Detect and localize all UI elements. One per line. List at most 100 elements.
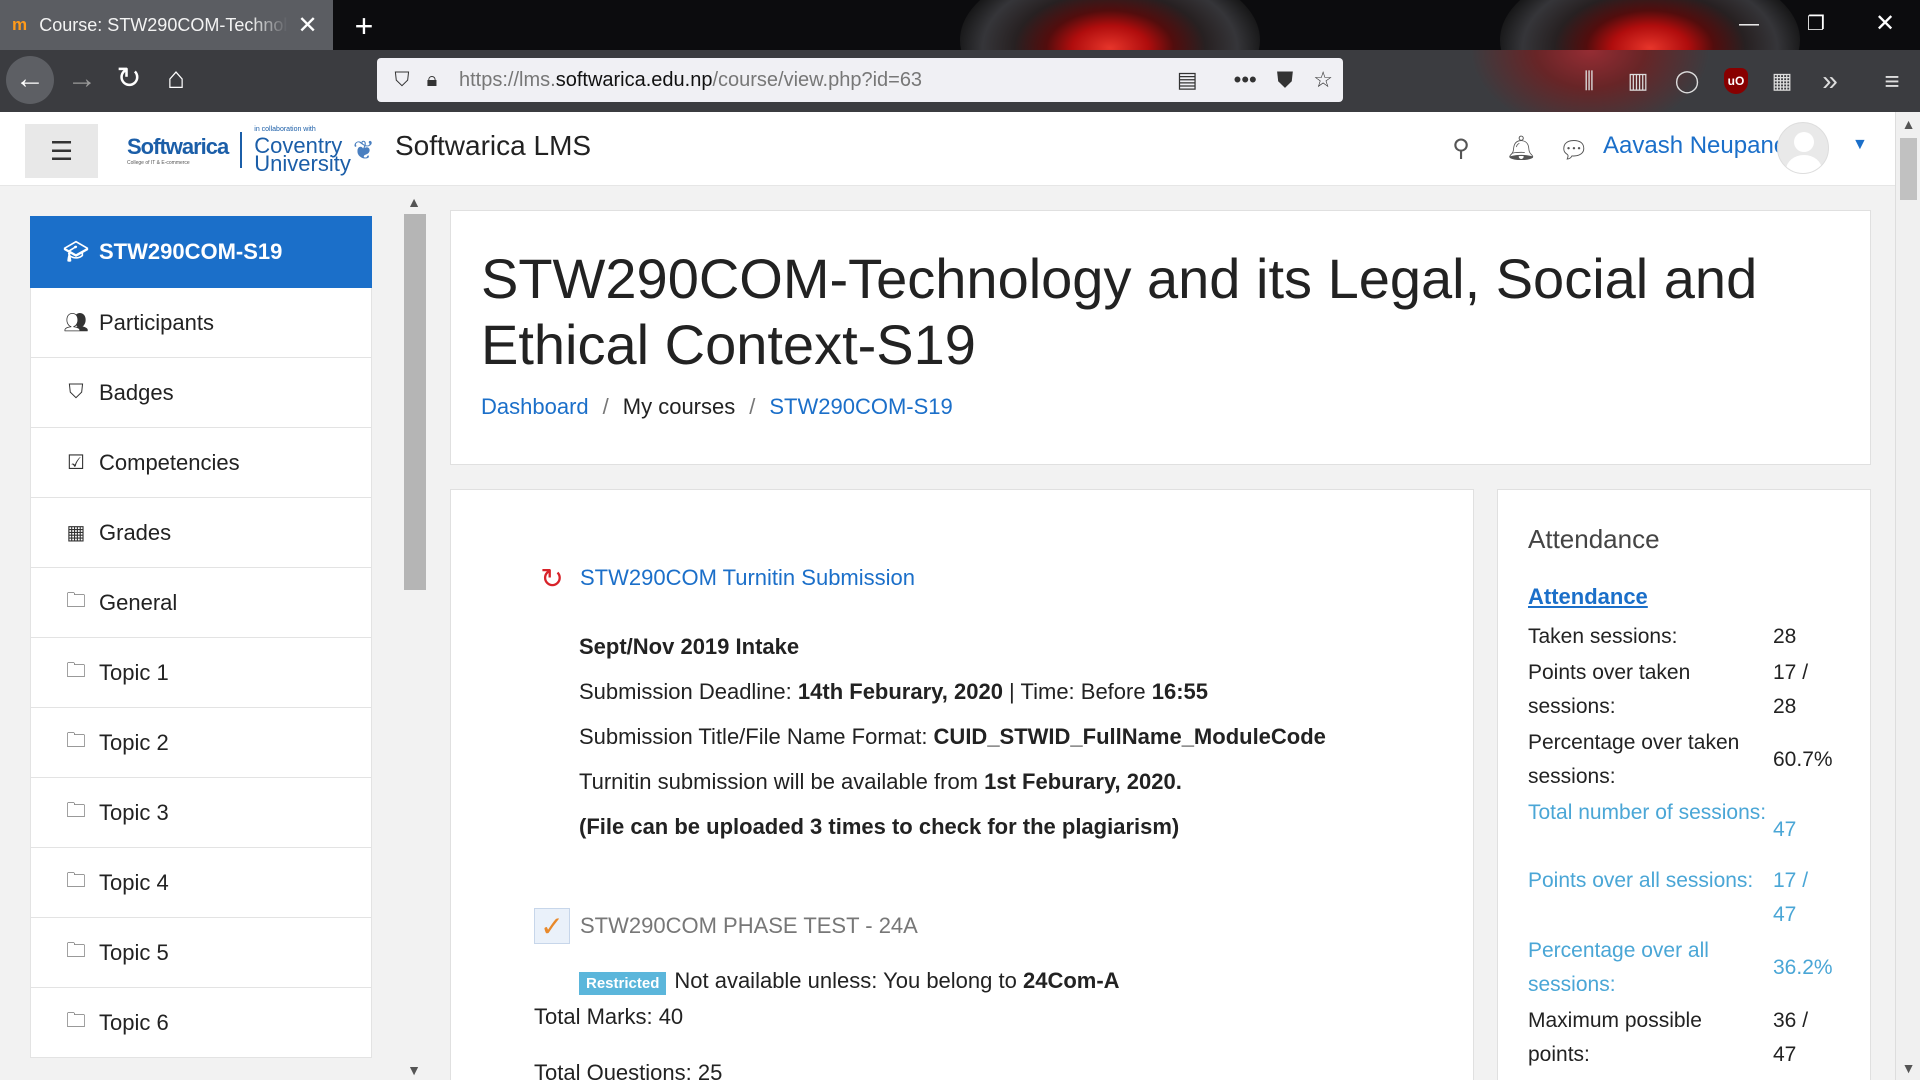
users-icon: 👥︎ bbox=[63, 312, 89, 334]
lock-icon[interactable]: 🔒︎ bbox=[417, 69, 447, 92]
url-text[interactable]: https://lms.softwarica.edu.np/course/vie… bbox=[459, 69, 1177, 92]
attendance-row-value: 17 / 47 bbox=[1773, 869, 1809, 926]
sidebar-item-badges[interactable]: ⛉ Badges bbox=[30, 358, 372, 428]
sidebar-item-topic-2[interactable]: 🗀 Topic 2 bbox=[30, 708, 372, 778]
app-menu-icon[interactable]: ≡ bbox=[1875, 64, 1909, 98]
sidebar-item-competencies[interactable]: ☑ Competencies bbox=[30, 428, 372, 498]
tracking-shield-icon[interactable]: ⛉ bbox=[387, 69, 417, 92]
overflow-chevron-icon[interactable]: » bbox=[1813, 64, 1847, 98]
sidebar-item-label: Grades bbox=[99, 519, 172, 545]
scroll-down-arrow-icon[interactable]: ▼ bbox=[1896, 1060, 1920, 1076]
ublock-origin-icon[interactable]: uO bbox=[1724, 68, 1748, 94]
minimize-button[interactable]: — bbox=[1716, 0, 1782, 50]
breadcrumb-dashboard[interactable]: Dashboard bbox=[481, 394, 589, 420]
sidebar-item-topic-3[interactable]: 🗀 Topic 3 bbox=[30, 778, 372, 848]
sidebar-item-stw290com-s19[interactable]: 🎓︎ STW290COM-S19 bbox=[30, 216, 372, 288]
site-name[interactable]: Softwarica LMS bbox=[395, 130, 591, 162]
restore-button[interactable]: ❐ bbox=[1783, 0, 1849, 50]
drawer-scrollbar[interactable]: ▲ ▼ bbox=[402, 192, 426, 1080]
turnitin-activity[interactable]: ↻ STW290COM Turnitin Submission bbox=[534, 560, 915, 596]
folder-icon: 🗀 bbox=[66, 729, 86, 752]
deadline-label: Submission Deadline: bbox=[579, 679, 798, 704]
breadcrumb-course[interactable]: STW290COM-S19 bbox=[769, 394, 952, 420]
scroll-up-arrow-icon[interactable]: ▲ bbox=[402, 194, 426, 210]
bookmark-star-icon[interactable]: ☆ bbox=[1313, 67, 1333, 93]
time-value: 16:55 bbox=[1151, 679, 1208, 704]
total-questions: Total Questions: 25 bbox=[534, 1060, 723, 1080]
site-logo[interactable]: Softwarica College of IT & E-commerce in… bbox=[127, 125, 375, 176]
sidebar-item-topic-5[interactable]: 🗀 Topic 5 bbox=[30, 918, 372, 988]
address-bar[interactable]: ⛉ 🔒︎ https://lms.softwarica.edu.np/cours… bbox=[377, 58, 1343, 102]
library-icon[interactable]: ⫼ bbox=[1572, 64, 1606, 98]
deadline-value: 14th Feburary, 2020 bbox=[797, 679, 1003, 704]
sidebar-item-label: Topic 4 bbox=[99, 869, 169, 895]
coventry-wings-icon: ❦ bbox=[352, 134, 375, 165]
sidebar-icon[interactable]: ▥ bbox=[1621, 64, 1655, 98]
logo-divider bbox=[240, 132, 243, 168]
tab-close-icon[interactable]: ✕ bbox=[294, 11, 321, 40]
scroll-down-arrow-icon[interactable]: ▼ bbox=[402, 1062, 426, 1078]
attendance-row: Percentage over taken sessions: 60.7% bbox=[1528, 726, 1833, 794]
shield-icon: ⛉ bbox=[68, 381, 84, 403]
pocket-icon[interactable]: ⛊ bbox=[1277, 67, 1294, 93]
turnitin-icon: ↻ bbox=[540, 562, 564, 594]
nav-drawer: 🎓︎ STW290COM-S19 👥︎ Participants ⛉ Badges ☑ Com… bbox=[30, 216, 372, 1080]
page-title: STW290COM-Technology and its Legal, Soci… bbox=[481, 247, 1758, 376]
check-square-icon: ☑ bbox=[67, 452, 85, 474]
sidebar-item-label: STW290COM-S19 bbox=[99, 238, 283, 264]
close-window-button[interactable]: ✕ bbox=[1852, 0, 1918, 50]
hamburger-icon: ☰ bbox=[49, 135, 74, 166]
turnitin-activity-link[interactable]: STW290COM Turnitin Submission bbox=[580, 565, 915, 591]
forward-button[interactable]: → bbox=[58, 56, 106, 104]
availability-text: Turnitin submission will be available fr… bbox=[579, 769, 1182, 795]
scroll-up-arrow-icon[interactable]: ▲ bbox=[1896, 116, 1920, 132]
reader-view-icon[interactable]: ▤ bbox=[1177, 67, 1198, 93]
sidebar-item-topic-1[interactable]: 🗀 Topic 1 bbox=[30, 638, 372, 708]
browser-navbar: ← → ↻ ⌂ ⛉ 🔒︎ https://lms.softwarica.edu.… bbox=[0, 50, 1920, 112]
attendance-row-value: 28 bbox=[1773, 625, 1797, 648]
url-path: /course/view.php?id=63 bbox=[712, 68, 923, 91]
page-scroll-thumb[interactable] bbox=[1900, 138, 1917, 200]
attendance-row-value: 36.2% bbox=[1773, 956, 1833, 979]
page-actions-icon[interactable]: ••• bbox=[1234, 67, 1257, 93]
reload-button[interactable]: ↻ bbox=[105, 56, 153, 104]
attendance-link[interactable]: Attendance bbox=[1528, 584, 1648, 610]
upload-note: (File can be uploaded 3 times to check f… bbox=[579, 814, 1180, 839]
sidebar-item-grades[interactable]: ▦ Grades bbox=[30, 498, 372, 568]
avatar[interactable] bbox=[1777, 122, 1829, 174]
home-button[interactable]: ⌂ bbox=[152, 56, 200, 104]
sidebar-item-topic-6[interactable]: 🗀 Topic 6 bbox=[30, 988, 372, 1058]
url-prefix: https://lms. bbox=[459, 68, 556, 91]
folder-icon: 🗀 bbox=[66, 589, 86, 612]
phase-test-activity: ✓ STW290COM PHASE TEST - 24A bbox=[534, 908, 918, 944]
sidebar-item-topic-4[interactable]: 🗀 Topic 4 bbox=[30, 848, 372, 918]
attendance-row: Percentage over all sessions: 36.2% bbox=[1528, 934, 1833, 1002]
logo-university-text: University bbox=[254, 150, 351, 176]
sidebar-item-label: Participants bbox=[99, 309, 214, 335]
folder-icon: 🗀 bbox=[66, 799, 86, 822]
logo-collab-text: in collaboration with bbox=[254, 125, 316, 133]
sidebar-item-label: Topic 6 bbox=[99, 1009, 169, 1035]
sidebar-item-label: Topic 5 bbox=[99, 939, 169, 965]
user-menu-name[interactable]: Aavash Neupane bbox=[1603, 132, 1787, 160]
sync-account-icon[interactable]: ◯ bbox=[1670, 64, 1704, 98]
search-icon[interactable]: ⚲ bbox=[1445, 134, 1477, 163]
browser-tab[interactable]: m Course: STW290COM-Technology and its L… bbox=[0, 0, 333, 50]
attendance-row: Maximum possible points: 36 / 47 bbox=[1528, 1004, 1828, 1072]
attendance-row-value: 47 bbox=[1773, 818, 1797, 841]
extensions-grid-icon[interactable]: ▦ bbox=[1765, 64, 1799, 98]
breadcrumb-my-courses: My courses bbox=[622, 394, 736, 419]
folder-icon: 🗀 bbox=[66, 869, 86, 892]
notifications-bell-icon[interactable]: 🔔︎ bbox=[1505, 134, 1537, 163]
softwarica-logo: Softwarica College of IT & E-commerce bbox=[127, 134, 229, 166]
sidebar-item-general[interactable]: 🗀 General bbox=[30, 568, 372, 638]
drawer-scroll-thumb[interactable] bbox=[404, 214, 426, 590]
new-tab-button[interactable]: + bbox=[346, 8, 382, 45]
intake-text: Sept/Nov 2019 Intake bbox=[579, 634, 800, 659]
messages-chat-icon[interactable]: 💬︎ bbox=[1558, 136, 1590, 165]
chevron-down-icon[interactable]: ▼ bbox=[1852, 136, 1868, 154]
page-scrollbar[interactable]: ▲ ▼ bbox=[1895, 112, 1920, 1080]
sidebar-item-participants[interactable]: 👥︎ Participants bbox=[30, 288, 372, 358]
drawer-toggle-button[interactable]: ☰ bbox=[25, 124, 98, 178]
back-button[interactable]: ← bbox=[6, 56, 54, 104]
